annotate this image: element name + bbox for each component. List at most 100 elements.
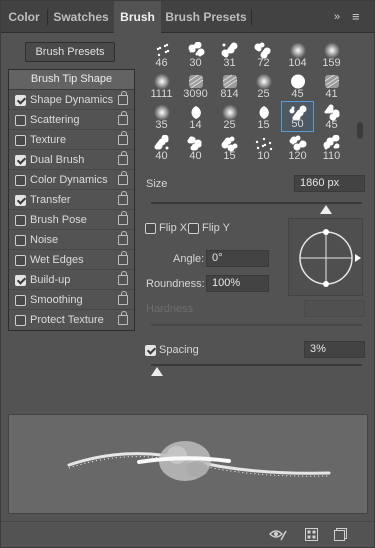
hardness-slider-track <box>151 324 362 326</box>
brush-tip-preset[interactable]: 14 <box>179 101 212 132</box>
grid-icon[interactable] <box>305 528 318 541</box>
brush-tip-preset[interactable]: 25 <box>247 70 280 101</box>
grid-scrollbar[interactable] <box>357 122 363 139</box>
brush-tip-preset[interactable]: 110 <box>315 132 348 163</box>
brush-tip-preset[interactable]: 159 <box>315 39 348 70</box>
brush-tip-preset[interactable]: 41 <box>315 70 348 101</box>
brush-option-smoothing[interactable]: Smoothing <box>9 290 134 310</box>
option-checkbox[interactable] <box>15 255 26 266</box>
brush-tip-preset[interactable]: 1111 <box>145 70 178 101</box>
option-checkbox[interactable] <box>15 315 26 326</box>
brush-tip-preset[interactable]: 814 <box>213 70 246 101</box>
spacing-checkbox[interactable] <box>145 345 156 356</box>
brush-option-dual-brush[interactable]: Dual Brush <box>9 150 134 170</box>
option-checkbox[interactable] <box>15 275 26 286</box>
spacing-slider-thumb[interactable] <box>151 367 164 376</box>
brush-option-color-dynamics[interactable]: Color Dynamics <box>9 170 134 190</box>
collapse-icon[interactable]: » <box>334 1 340 33</box>
brush-option-protect-texture[interactable]: Protect Texture <box>9 310 134 330</box>
brush-stroke-preview <box>8 414 368 514</box>
brush-tip-preset[interactable]: 104 <box>281 39 314 70</box>
lock-icon[interactable] <box>118 111 128 125</box>
brush-tip-preset[interactable]: 10 <box>247 132 280 163</box>
spacing-field[interactable]: 3% <box>304 341 365 358</box>
angle-roundness-widget[interactable] <box>288 218 363 296</box>
tab-bar: Color Swatches Brush Brush Presets » ≡ <box>1 1 374 34</box>
brush-tip-preset[interactable]: 46 <box>145 39 178 70</box>
brush-tip-preset[interactable]: 40 <box>179 132 212 163</box>
lock-icon[interactable] <box>118 231 128 245</box>
brush-size-label: 14 <box>189 119 202 131</box>
lock-icon[interactable] <box>118 131 128 145</box>
flip-x-checkbox[interactable] <box>145 223 156 234</box>
brush-presets-button[interactable]: Brush Presets <box>25 42 115 62</box>
flip-y-label: Flip Y <box>202 222 230 234</box>
tab-brush[interactable]: Brush <box>114 1 161 34</box>
brush-tip-preset[interactable]: 15 <box>213 132 246 163</box>
tab-swatches[interactable]: Swatches <box>48 1 114 33</box>
option-checkbox[interactable] <box>15 95 26 106</box>
flip-y-checkbox[interactable] <box>188 223 199 234</box>
brush-option-wet-edges[interactable]: Wet Edges <box>9 250 134 270</box>
option-checkbox[interactable] <box>15 295 26 306</box>
brush-size-label: 35 <box>155 119 168 131</box>
option-checkbox[interactable] <box>15 235 26 246</box>
lock-icon[interactable] <box>118 91 128 105</box>
lock-icon[interactable] <box>118 191 128 205</box>
brush-tip-preset[interactable]: 35 <box>145 101 178 132</box>
size-label: Size <box>146 178 168 190</box>
brush-option-build-up[interactable]: Build-up <box>9 270 134 290</box>
brush-option-texture[interactable]: Texture <box>9 130 134 150</box>
brush-tip-preset[interactable]: 40 <box>145 132 178 163</box>
option-checkbox[interactable] <box>15 135 26 146</box>
brush-tip-preset[interactable]: 120 <box>281 132 314 163</box>
brush-tip-grid: 46 30 31 72 104 159 1111 3090 814 25 45 41 35 14 25 15 5… <box>145 39 349 163</box>
option-checkbox[interactable] <box>15 155 26 166</box>
brush-tip-preset[interactable]: 15 <box>247 101 280 132</box>
brush-option-scattering[interactable]: Scattering <box>9 110 134 130</box>
eye-brush-icon[interactable] <box>269 528 287 542</box>
lock-icon[interactable] <box>118 251 128 265</box>
angle-field[interactable]: 0° <box>206 250 269 267</box>
brush-option-transfer[interactable]: Transfer <box>9 190 134 210</box>
panel-menu-icon[interactable]: ≡ <box>352 1 360 33</box>
brush-tip-preset[interactable]: 50 <box>281 101 314 132</box>
brush-size-label: 31 <box>223 57 236 69</box>
option-checkbox[interactable] <box>15 115 26 126</box>
lock-icon[interactable] <box>118 311 128 325</box>
brush-size-label: 814 <box>220 88 239 100</box>
option-label: Scattering <box>30 114 80 126</box>
brush-tip-preset[interactable]: 31 <box>213 39 246 70</box>
option-checkbox[interactable] <box>15 195 26 206</box>
lock-icon[interactable] <box>118 171 128 185</box>
lock-icon[interactable] <box>118 271 128 285</box>
brush-size-label: 30 <box>189 57 202 69</box>
brush-size-label: 72 <box>257 57 270 69</box>
roundness-field[interactable]: 100% <box>206 275 269 292</box>
brush-option-noise[interactable]: Noise <box>9 230 134 250</box>
brush-tip-shape-item[interactable]: Brush Tip Shape <box>9 70 134 90</box>
brush-tip-preset[interactable]: 72 <box>247 39 280 70</box>
brush-size-label: 159 <box>322 57 341 69</box>
lock-icon[interactable] <box>118 291 128 305</box>
lock-icon[interactable] <box>118 151 128 165</box>
brush-size-label: 45 <box>325 119 338 131</box>
brush-tip-preset[interactable]: 3090 <box>179 70 212 101</box>
brush-tip-preset[interactable]: 45 <box>281 70 314 101</box>
new-preset-icon[interactable] <box>334 528 347 541</box>
tab-brush-presets[interactable]: Brush Presets <box>161 1 251 33</box>
brush-size-label: 45 <box>291 88 304 100</box>
brush-tip-preset[interactable]: 45 <box>315 101 348 132</box>
brush-option-shape-dynamics[interactable]: Shape Dynamics <box>9 90 134 110</box>
brush-size-label: 15 <box>223 150 236 162</box>
option-checkbox[interactable] <box>15 175 26 186</box>
size-slider-thumb[interactable] <box>320 205 333 214</box>
size-field[interactable]: 1860 px <box>294 175 365 192</box>
lock-icon[interactable] <box>118 211 128 225</box>
brush-tip-preset[interactable]: 30 <box>179 39 212 70</box>
brush-tip-preset[interactable]: 25 <box>213 101 246 132</box>
bottom-toolbar <box>1 521 374 548</box>
option-checkbox[interactable] <box>15 215 26 226</box>
tab-color[interactable]: Color <box>1 1 47 33</box>
brush-option-brush-pose[interactable]: Brush Pose <box>9 210 134 230</box>
